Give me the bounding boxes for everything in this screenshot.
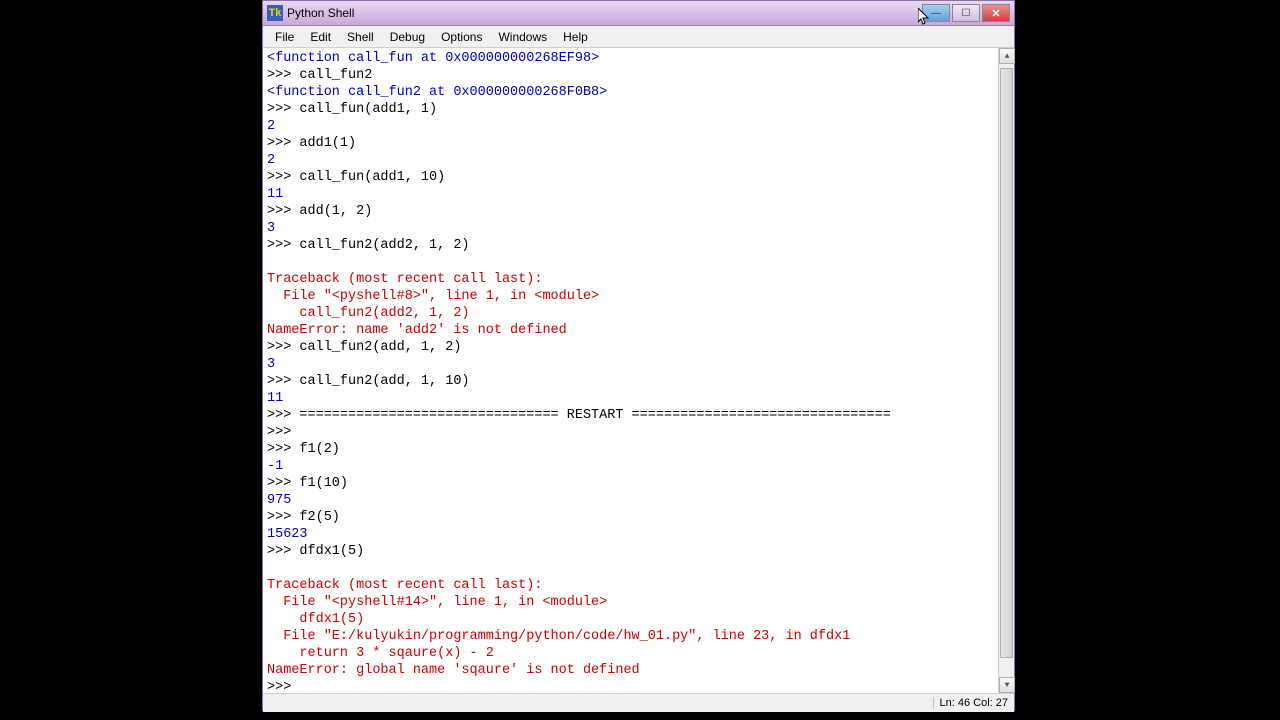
traceback-line: return 3 * sqaure(x) - 2	[267, 646, 494, 661]
prompt: >>>	[267, 136, 299, 151]
traceback-line: call_fun2(add2, 1, 2)	[267, 306, 470, 321]
cursor-position: Ln: 46 Col: 27	[933, 697, 1009, 709]
input-line: add1(1)	[299, 136, 356, 151]
close-button[interactable]: ✕	[982, 4, 1010, 22]
output-line: -1	[267, 459, 283, 474]
output-line: 15623	[267, 527, 308, 542]
prompt: >>>	[267, 170, 299, 185]
titlebar[interactable]: Tk Python Shell — ☐ ✕	[263, 1, 1014, 26]
menu-options[interactable]: Options	[433, 28, 490, 46]
input-line: f2(5)	[299, 510, 340, 525]
scroll-thumb[interactable]	[1000, 68, 1013, 658]
restart-line: ================================ RESTART…	[299, 408, 890, 423]
prompt: >>>	[267, 204, 299, 219]
input-line: call_fun(add1, 10)	[299, 170, 445, 185]
prompt: >>>	[267, 408, 299, 423]
output-line: 975	[267, 493, 291, 508]
menu-edit[interactable]: Edit	[302, 28, 339, 46]
prompt: >>>	[267, 442, 299, 457]
window-controls: — ☐ ✕	[922, 4, 1010, 22]
traceback-line: Traceback (most recent call last):	[267, 578, 542, 593]
menubar: File Edit Shell Debug Options Windows He…	[263, 26, 1014, 48]
output-line: 3	[267, 221, 275, 236]
input-line: call_fun2(add2, 1, 2)	[299, 238, 469, 253]
input-line: f1(2)	[299, 442, 340, 457]
prompt: >>>	[267, 102, 299, 117]
traceback-line: File "<pyshell#14>", line 1, in <module>	[267, 595, 607, 610]
input-line: call_fun2	[299, 68, 372, 83]
vertical-scrollbar[interactable]: ▲ ▼	[998, 48, 1014, 693]
prompt: >>>	[267, 374, 299, 389]
scroll-up-button[interactable]: ▲	[999, 48, 1015, 64]
prompt: >>>	[267, 510, 299, 525]
prompt: >>>	[267, 425, 299, 440]
output-line: 2	[267, 119, 275, 134]
output-line: <function call_fun at 0x000000000268EF98…	[267, 51, 599, 66]
menu-windows[interactable]: Windows	[490, 28, 555, 46]
traceback-line: File "E:/kulyukin/programming/python/cod…	[267, 629, 850, 644]
traceback-line: NameError: name 'add2' is not defined	[267, 323, 567, 338]
output-line: 11	[267, 187, 283, 202]
minimize-button[interactable]: —	[922, 4, 950, 22]
input-line: f1(10)	[299, 476, 348, 491]
traceback-line: Traceback (most recent call last):	[267, 272, 542, 287]
window-title: Python Shell	[287, 6, 922, 20]
menu-help[interactable]: Help	[555, 28, 596, 46]
traceback-line: dfdx1(5)	[267, 612, 364, 627]
input-line: dfdx1(5)	[299, 544, 364, 559]
output-line: 3	[267, 357, 275, 372]
input-line: call_fun2(add, 1, 2)	[299, 340, 461, 355]
shell-content[interactable]: <function call_fun at 0x000000000268EF98…	[263, 48, 998, 693]
prompt: >>>	[267, 544, 299, 559]
prompt: >>>	[267, 680, 299, 693]
prompt: >>>	[267, 238, 299, 253]
menu-shell[interactable]: Shell	[339, 28, 382, 46]
output-line: 11	[267, 391, 283, 406]
editor-area: <function call_fun at 0x000000000268EF98…	[263, 48, 1014, 693]
prompt: >>>	[267, 68, 299, 83]
traceback-line: File "<pyshell#8>", line 1, in <module>	[267, 289, 599, 304]
menu-file[interactable]: File	[267, 28, 302, 46]
maximize-button[interactable]: ☐	[952, 4, 980, 22]
traceback-line: NameError: global name 'sqaure' is not d…	[267, 663, 640, 678]
python-shell-window: Tk Python Shell — ☐ ✕ File Edit Shell De…	[262, 0, 1015, 711]
prompt: >>>	[267, 340, 299, 355]
statusbar: Ln: 46 Col: 27	[263, 693, 1014, 712]
output-line: 2	[267, 153, 275, 168]
prompt: >>>	[267, 476, 299, 491]
python-icon: Tk	[267, 5, 283, 21]
output-line: <function call_fun2 at 0x000000000268F0B…	[267, 85, 607, 100]
menu-debug[interactable]: Debug	[382, 28, 433, 46]
input-line: add(1, 2)	[299, 204, 372, 219]
input-line: call_fun2(add, 1, 10)	[299, 374, 469, 389]
input-line: call_fun(add1, 1)	[299, 102, 437, 117]
scroll-down-button[interactable]: ▼	[999, 677, 1015, 693]
